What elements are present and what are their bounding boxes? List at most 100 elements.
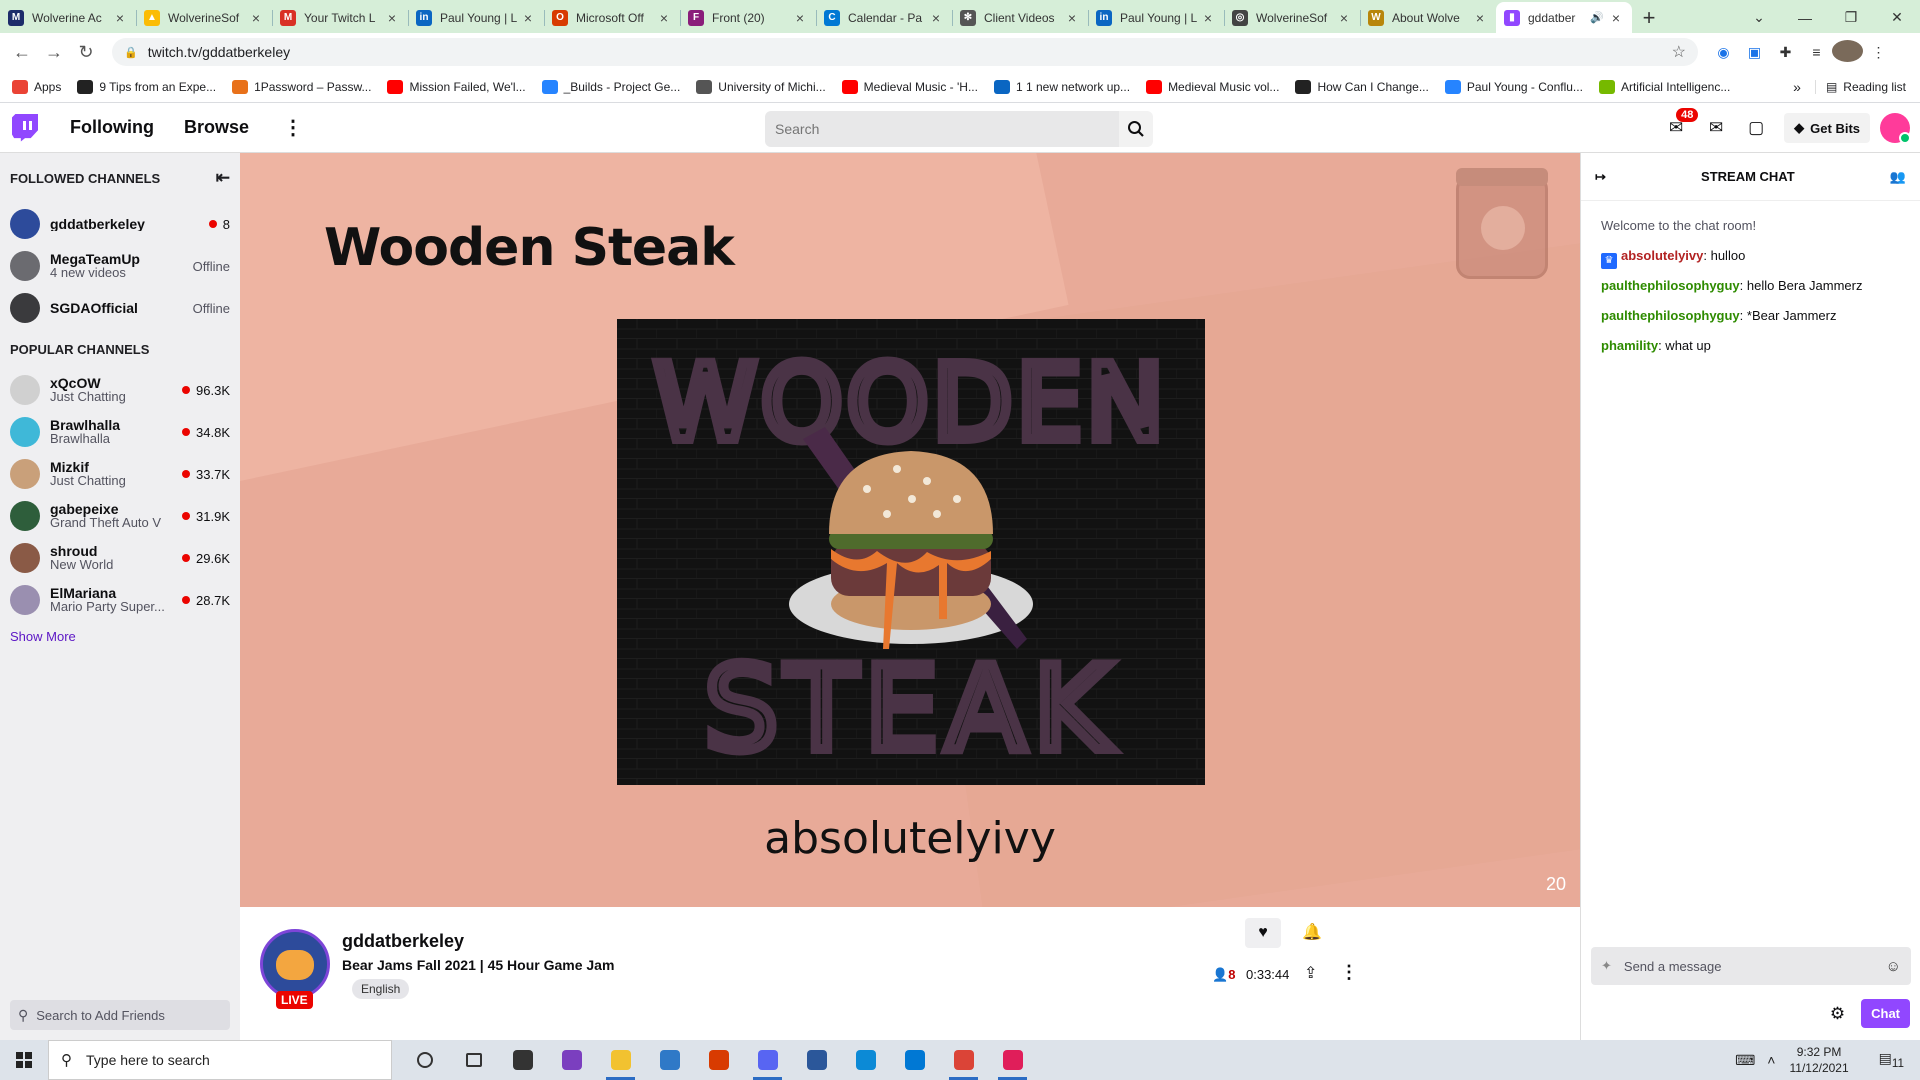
bookmark-item[interactable]: Artificial Intelligenc... <box>1598 79 1730 94</box>
sidebar-channel[interactable]: gabepeixe Grand Theft Auto V 31.9K <box>0 495 240 537</box>
forward-icon[interactable]: → <box>38 42 70 63</box>
browser-tab[interactable]: F Front (20) × <box>680 2 816 33</box>
browser-tab[interactable]: ▮ gddatber 🔊 × <box>1496 2 1632 33</box>
chrome-menu-icon[interactable]: ⋮ <box>1863 44 1894 61</box>
whispers-icon[interactable]: ▢ <box>1736 118 1776 138</box>
profile-icon[interactable] <box>1832 39 1863 65</box>
more-menu-icon[interactable]: ⋮ <box>283 115 303 140</box>
taskbar-app[interactable] <box>988 1040 1037 1080</box>
twitch-logo-icon[interactable] <box>12 113 38 142</box>
tab-audio-icon[interactable]: 🔊 <box>1590 11 1604 24</box>
user-avatar[interactable] <box>1880 113 1911 144</box>
bookmark-item[interactable]: 9 Tips from an Expe... <box>77 79 216 94</box>
close-window-button[interactable]: ✕ <box>1874 9 1920 26</box>
video-player[interactable]: Wooden Steak WOODEN STEAK absolutelyivy … <box>240 153 1580 907</box>
restore-button[interactable]: ❐ <box>1828 9 1874 26</box>
tab-search-icon[interactable]: ⌄ <box>1736 9 1782 26</box>
sidebar-channel[interactable]: xQcOW Just Chatting 96.3K <box>0 369 240 411</box>
tab-close-icon[interactable]: × <box>1200 10 1216 26</box>
reload-icon[interactable]: ↻ <box>70 42 102 63</box>
extension-icon[interactable]: ▣ <box>1739 44 1770 61</box>
browser-tab[interactable]: ◎ WolverineSof × <box>1224 2 1360 33</box>
share-icon[interactable]: ⇪ <box>1304 963 1317 983</box>
bookmark-item[interactable]: Paul Young - Conflu... <box>1444 79 1583 94</box>
sidebar-channel[interactable]: Brawlhalla Brawlhalla 34.8K <box>0 411 240 453</box>
bookmark-item[interactable]: University of Michi... <box>696 79 826 94</box>
start-button[interactable] <box>0 1052 48 1068</box>
extension-icon[interactable]: ◉ <box>1708 44 1739 61</box>
taskbar-app[interactable] <box>743 1040 792 1080</box>
taskbar-app[interactable] <box>841 1040 890 1080</box>
sidebar-channel[interactable]: gddatberkeley 8 <box>0 203 240 245</box>
bookmark-item[interactable]: _Builds - Project Ge... <box>541 79 680 94</box>
browser-tab[interactable]: O Microsoft Off × <box>544 2 680 33</box>
browser-tab[interactable]: ▲ WolverineSof × <box>136 2 272 33</box>
browser-tab[interactable]: M Your Twitch L × <box>272 2 408 33</box>
keyboard-icon[interactable]: ⌨ <box>1735 1052 1755 1069</box>
language-tag[interactable]: English <box>352 979 410 999</box>
taskbar-app[interactable] <box>596 1040 645 1080</box>
browser-tab[interactable]: C Calendar - Pa × <box>816 2 952 33</box>
show-more-link[interactable]: Show More <box>0 621 240 652</box>
taskbar-app[interactable] <box>547 1040 596 1080</box>
following-link[interactable]: Following <box>70 117 154 138</box>
tab-close-icon[interactable]: × <box>248 10 264 26</box>
bookmark-item[interactable]: How Can I Change... <box>1295 79 1429 94</box>
tray-overflow-icon[interactable]: ˄ <box>1767 1052 1775 1068</box>
browser-tab[interactable]: in Paul Young | L × <box>408 2 544 33</box>
chat-username[interactable]: paulthephilosophyguy <box>1601 278 1740 293</box>
taskbar-app[interactable] <box>645 1040 694 1080</box>
community-icon[interactable]: 👥 <box>1890 169 1906 185</box>
notification-bell-icon[interactable]: 🔔 <box>1294 918 1330 948</box>
browser-tab[interactable]: ✻ Client Videos × <box>952 2 1088 33</box>
bookmarks-overflow-icon[interactable]: » <box>1793 79 1801 95</box>
browser-tab[interactable]: in Paul Young | L × <box>1088 2 1224 33</box>
sidebar-channel[interactable]: Mizkif Just Chatting 33.7K <box>0 453 240 495</box>
media-control-icon[interactable]: ≡ <box>1801 44 1832 60</box>
bookmark-item[interactable]: Medieval Music - 'H... <box>841 79 978 94</box>
taskbar-app[interactable] <box>400 1040 449 1080</box>
tab-close-icon[interactable]: × <box>1064 10 1080 26</box>
sidebar-channel[interactable]: MegaTeamUp 4 new videos Offline <box>0 245 240 287</box>
taskbar-app[interactable] <box>498 1040 547 1080</box>
bookmark-item[interactable]: 1 1 new network up... <box>993 79 1130 94</box>
tab-close-icon[interactable]: × <box>112 10 128 26</box>
search-input[interactable] <box>765 111 1119 147</box>
taskbar-search[interactable]: ⚲ Type here to search <box>48 1040 392 1080</box>
get-bits-button[interactable]: ◆ Get Bits <box>1784 113 1870 143</box>
reading-list-button[interactable]: ▤ Reading list <box>1814 79 1906 94</box>
taskbar-app[interactable] <box>792 1040 841 1080</box>
bookmark-star-icon[interactable]: ☆ <box>1672 42 1686 62</box>
clock[interactable]: 9:32 PM 11/12/2021 <box>1789 1044 1848 1076</box>
chat-username[interactable]: absolutelyivy <box>1621 248 1703 263</box>
tab-close-icon[interactable]: × <box>1472 10 1488 26</box>
bits-icon[interactable]: ✦ <box>1601 958 1612 974</box>
lock-icon[interactable]: 🔒 <box>124 46 138 59</box>
tab-close-icon[interactable]: × <box>1608 10 1624 26</box>
tab-close-icon[interactable]: × <box>1336 10 1352 26</box>
chat-input[interactable]: ✦ Send a message ☺ <box>1591 947 1911 985</box>
more-options-icon[interactable]: ⋮ <box>1340 962 1358 983</box>
tab-close-icon[interactable]: × <box>656 10 672 26</box>
tab-close-icon[interactable]: × <box>928 10 944 26</box>
inbox-icon[interactable]: ✉ <box>1696 118 1736 138</box>
tab-close-icon[interactable]: × <box>520 10 536 26</box>
notifications-icon[interactable]: ✉ 48 <box>1656 108 1699 138</box>
chat-send-button[interactable]: Chat <box>1861 999 1910 1028</box>
tab-close-icon[interactable]: × <box>792 10 808 26</box>
chat-username[interactable]: phamility <box>1601 338 1658 353</box>
channel-avatar[interactable] <box>260 929 330 999</box>
browse-link[interactable]: Browse <box>184 117 249 138</box>
puzzle-icon[interactable]: ✚ <box>1770 44 1801 61</box>
emote-picker-icon[interactable]: ☺ <box>1886 958 1901 975</box>
follow-heart-icon[interactable]: ♥ <box>1245 918 1281 948</box>
collapse-sidebar-icon[interactable]: ⇤ <box>216 168 230 188</box>
taskbar-app[interactable] <box>449 1040 498 1080</box>
sidebar-channel[interactable]: ElMariana Mario Party Super... 28.7K <box>0 579 240 621</box>
minimize-button[interactable]: — <box>1782 10 1828 26</box>
sidebar-channel[interactable]: SGDAOfficial Offline <box>0 287 240 329</box>
taskbar-app[interactable] <box>890 1040 939 1080</box>
channel-name[interactable]: gddatberkeley <box>342 931 464 952</box>
chat-username[interactable]: paulthephilosophyguy <box>1601 308 1740 323</box>
back-icon[interactable]: ← <box>6 42 38 63</box>
